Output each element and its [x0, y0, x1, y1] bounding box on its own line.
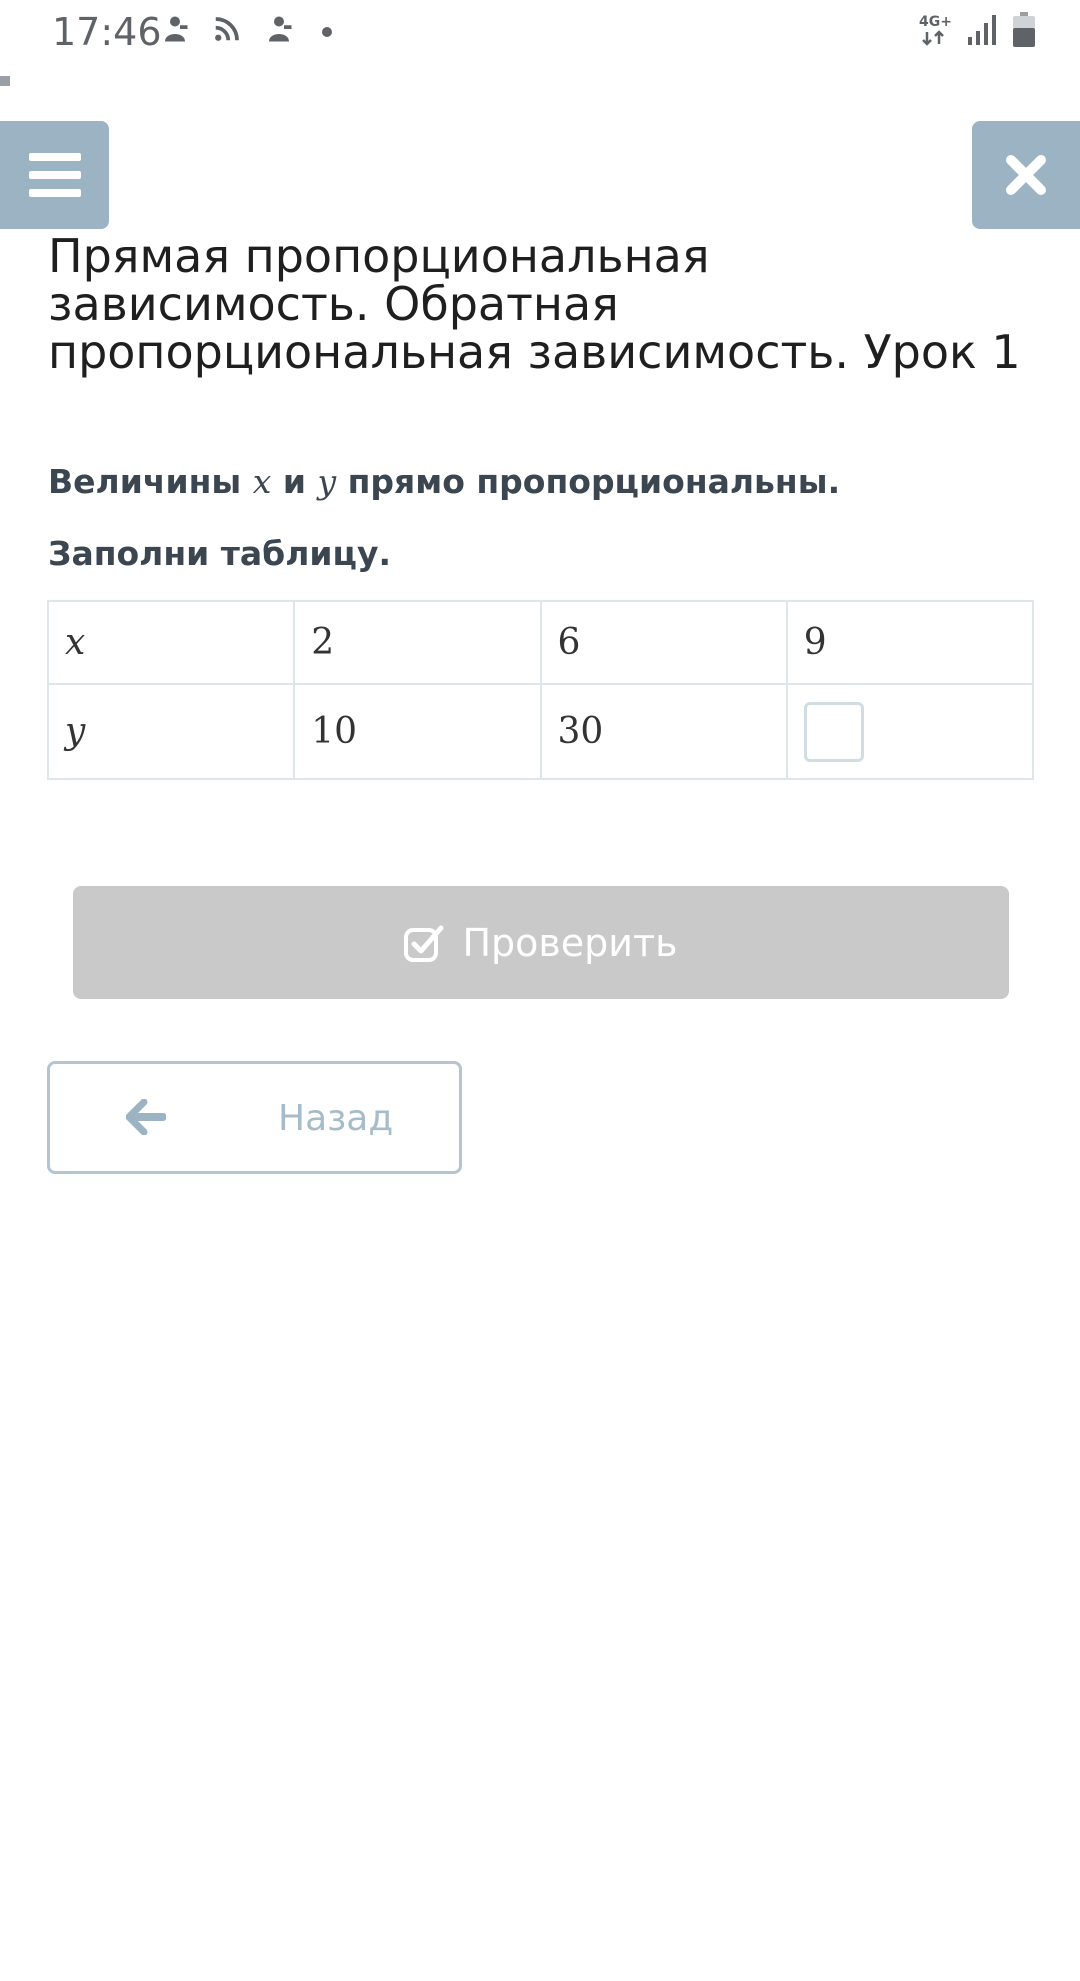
checkbox-check-icon	[404, 925, 444, 962]
table-cell: 10	[293, 683, 542, 780]
row-label-x: x	[46, 600, 296, 685]
back-button[interactable]: Назад	[47, 1061, 462, 1174]
table-label: x	[65, 622, 86, 663]
task-text-and: и	[271, 462, 318, 501]
arrow-left-icon	[126, 1099, 166, 1135]
table-cell: 2	[293, 600, 542, 685]
network-arrows-icon	[922, 29, 944, 46]
close-button[interactable]	[972, 121, 1080, 229]
network-label: 4G+	[919, 13, 952, 30]
table-row-x: x 2 6 9	[46, 600, 1035, 685]
status-bar: 17:46 4G+	[0, 0, 1080, 66]
table-cell: 9	[785, 600, 1035, 685]
dot-icon	[322, 26, 332, 37]
hamburger-icon	[28, 153, 81, 197]
task-text-prefix: Величины	[48, 462, 253, 501]
check-button-label: Проверить	[462, 920, 678, 965]
table-cell: 6	[539, 600, 788, 685]
check-button[interactable]: Проверить	[73, 886, 1009, 999]
task-statement: Величины x и y прямо пропорциональны.	[48, 462, 840, 501]
cast-icon	[212, 14, 242, 49]
back-button-label: Назад	[278, 1098, 394, 1139]
table-label: y	[65, 711, 86, 752]
menu-button[interactable]	[0, 121, 109, 229]
row-label-y: y	[46, 683, 296, 780]
answer-cell	[785, 683, 1035, 780]
notification-icon	[160, 14, 190, 49]
edge-marker	[0, 76, 10, 86]
task-instruction: Заполни таблицу.	[48, 534, 392, 573]
battery-icon	[1012, 12, 1036, 53]
status-icons-right: 4G+	[919, 12, 1036, 53]
signal-icon	[966, 13, 998, 52]
status-icons-left	[160, 14, 332, 49]
variable-y: y	[317, 462, 337, 501]
network-indicator: 4G+	[919, 13, 952, 51]
task-text-suffix: прямо пропорциональны.	[336, 462, 841, 501]
notification-icon	[264, 14, 294, 49]
values-table: x 2 6 9 y 10 30	[46, 600, 1035, 780]
close-icon	[1006, 155, 1046, 195]
table-row-y: y 10 30	[46, 683, 1035, 780]
variable-x: x	[252, 462, 272, 501]
lesson-title: Прямая пропорциональная зависимость. Обр…	[48, 229, 1021, 379]
table-cell: 30	[539, 683, 788, 780]
answer-input[interactable]	[803, 701, 864, 762]
status-time: 17:46	[52, 10, 162, 54]
